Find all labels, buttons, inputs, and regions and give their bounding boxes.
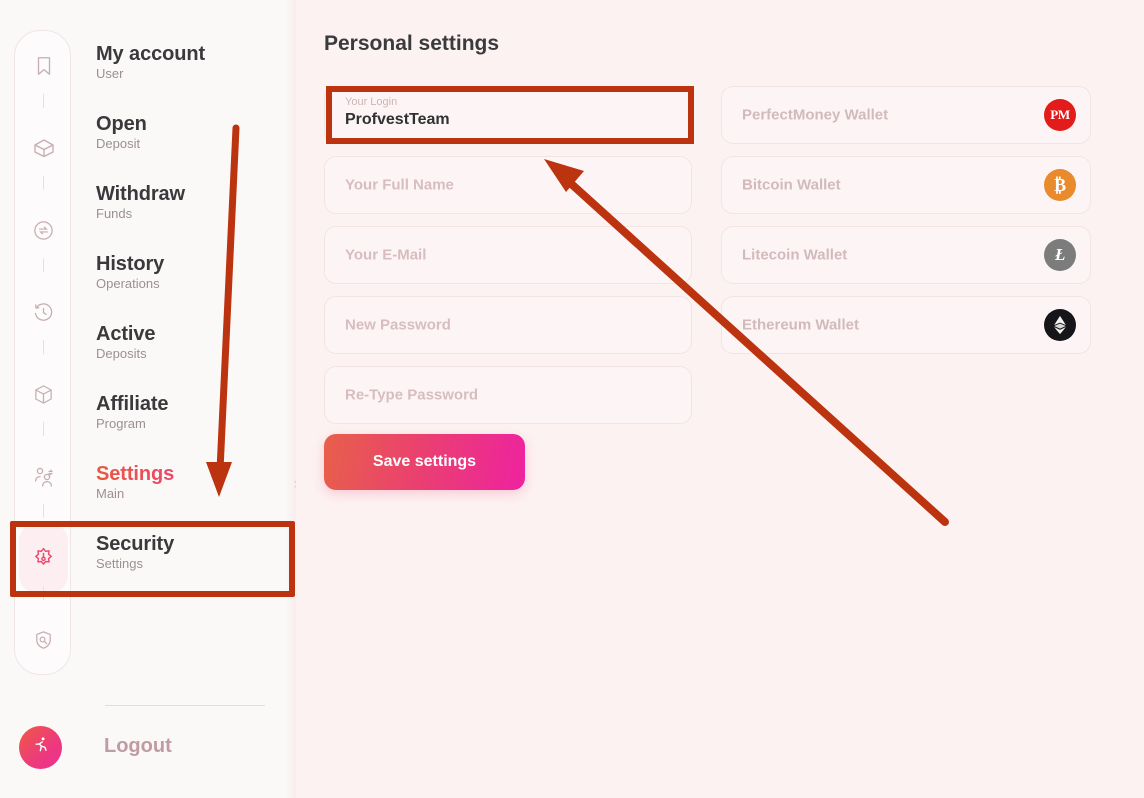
bitcoin-icon-text: ₿ — [1054, 174, 1066, 195]
rail-divider — [43, 586, 44, 600]
sidebar-item-subtitle: Main — [96, 486, 125, 502]
sidebar-icon-active-deposits[interactable] — [15, 359, 72, 429]
rail-divider — [43, 504, 44, 518]
users-icon — [32, 464, 56, 488]
sidebar-icon-rail — [14, 30, 71, 675]
sidebar-item-open-deposit[interactable]: Open Deposit — [96, 98, 296, 168]
wallets-form: PerfectMoney Wallet PM Bitcoin Wallet ₿ … — [721, 86, 1091, 366]
open-box-icon — [32, 136, 56, 160]
retype-password-field[interactable]: Re-Type Password — [324, 366, 692, 424]
sidebar-item-settings[interactable]: Settings Main » — [96, 448, 303, 518]
shield-key-icon — [32, 629, 55, 652]
sidebar-item-affiliate[interactable]: Affiliate Program — [96, 378, 296, 448]
retype-password-placeholder: Re-Type Password — [345, 386, 479, 404]
sidebar: My account User Open Deposit Withdraw Fu… — [0, 0, 303, 798]
bitcoin-wallet-placeholder: Bitcoin Wallet — [742, 176, 841, 194]
full-name-placeholder: Your Full Name — [345, 176, 454, 194]
email-field[interactable]: Your E-Mail — [324, 226, 692, 284]
sidebar-item-title: Settings — [96, 464, 296, 485]
sidebar-item-title: Affiliate — [96, 393, 169, 416]
perfectmoney-wallet-placeholder: PerfectMoney Wallet — [742, 106, 889, 124]
logout-label[interactable]: Logout — [104, 735, 172, 758]
sidebar-item-active-deposits[interactable]: Active Deposits — [96, 308, 296, 378]
sidebar-icon-settings[interactable] — [15, 523, 72, 593]
perfectmoney-wallet-field[interactable]: PerfectMoney Wallet PM — [721, 86, 1091, 144]
ethereum-wallet-field[interactable]: Ethereum Wallet — [721, 296, 1091, 354]
clock-back-icon — [32, 301, 55, 324]
personal-settings-form: Your Login ProfvestTeam Your Full Name Y… — [324, 86, 692, 436]
login-field-label: Your Login — [345, 96, 398, 108]
login-field[interactable]: Your Login ProfvestTeam — [324, 86, 692, 144]
bookmark-icon — [33, 55, 55, 77]
sidebar-icon-history[interactable] — [15, 277, 72, 347]
new-password-field[interactable]: New Password — [324, 296, 692, 354]
login-field-value: ProfvestTeam — [345, 111, 450, 128]
rail-divider — [43, 94, 44, 108]
email-placeholder: Your E-Mail — [345, 246, 427, 264]
bitcoin-wallet-field[interactable]: Bitcoin Wallet ₿ — [721, 156, 1091, 214]
logout-button[interactable] — [19, 726, 62, 769]
full-name-field[interactable]: Your Full Name — [324, 156, 692, 214]
litecoin-icon-text: Ł — [1054, 245, 1066, 264]
litecoin-wallet-placeholder: Litecoin Wallet — [742, 246, 848, 264]
sidebar-icon-withdraw[interactable] — [15, 195, 72, 265]
ethereum-wallet-placeholder: Ethereum Wallet — [742, 316, 859, 334]
main-content: Personal settings Your Login ProfvestTea… — [296, 0, 1144, 798]
sidebar-icon-open-deposit[interactable] — [15, 113, 72, 183]
rail-divider — [43, 258, 44, 272]
sidebar-item-subtitle: Program — [96, 416, 146, 432]
sidebar-item-title: Open — [96, 113, 147, 136]
ethereum-icon — [1044, 309, 1076, 341]
sidebar-icon-affiliate[interactable] — [15, 441, 72, 511]
rail-divider — [43, 340, 44, 354]
sidebar-item-subtitle: Deposit — [96, 136, 141, 152]
sidebar-item-title: My account — [96, 43, 206, 66]
perfectmoney-icon: PM — [1044, 99, 1076, 131]
ethereum-glyph — [1054, 315, 1066, 335]
sidebar-item-subtitle: User — [96, 66, 124, 82]
litecoin-icon: Ł — [1044, 239, 1076, 271]
rail-divider — [43, 422, 44, 436]
sidebar-item-my-account[interactable]: My account User — [96, 28, 296, 98]
app-window: My account User Open Deposit Withdraw Fu… — [0, 0, 1144, 798]
sidebar-item-subtitle: Deposits — [96, 346, 147, 362]
exchange-icon — [32, 219, 55, 242]
rail-divider — [43, 176, 44, 190]
sidebar-item-subtitle: Funds — [96, 206, 133, 222]
sidebar-divider — [105, 705, 265, 706]
perfectmoney-icon-text: PM — [1050, 107, 1070, 122]
page-title: Personal settings — [324, 32, 500, 55]
gear-drop-icon — [31, 546, 56, 571]
sidebar-item-subtitle: Operations — [96, 276, 160, 292]
sidebar-item-withdraw[interactable]: Withdraw Funds — [96, 168, 296, 238]
runner-icon — [31, 735, 51, 760]
sidebar-item-title: Withdraw — [96, 183, 186, 206]
bitcoin-icon: ₿ — [1044, 169, 1076, 201]
save-settings-button[interactable]: Save settings — [324, 434, 525, 490]
box-icon — [32, 383, 55, 406]
sidebar-item-title: Active — [96, 323, 156, 346]
sidebar-item-title: History — [96, 253, 165, 276]
sidebar-item-title: Security — [96, 533, 175, 556]
sidebar-item-subtitle: Settings — [96, 556, 143, 572]
sidebar-item-history[interactable]: History Operations — [96, 238, 296, 308]
sidebar-icon-my-account[interactable] — [15, 31, 72, 101]
sidebar-icon-security[interactable] — [15, 605, 72, 675]
sidebar-menu: My account User Open Deposit Withdraw Fu… — [96, 28, 303, 588]
litecoin-wallet-field[interactable]: Litecoin Wallet Ł — [721, 226, 1091, 284]
sidebar-item-security[interactable]: Security Settings — [96, 518, 296, 588]
new-password-placeholder: New Password — [345, 316, 451, 334]
